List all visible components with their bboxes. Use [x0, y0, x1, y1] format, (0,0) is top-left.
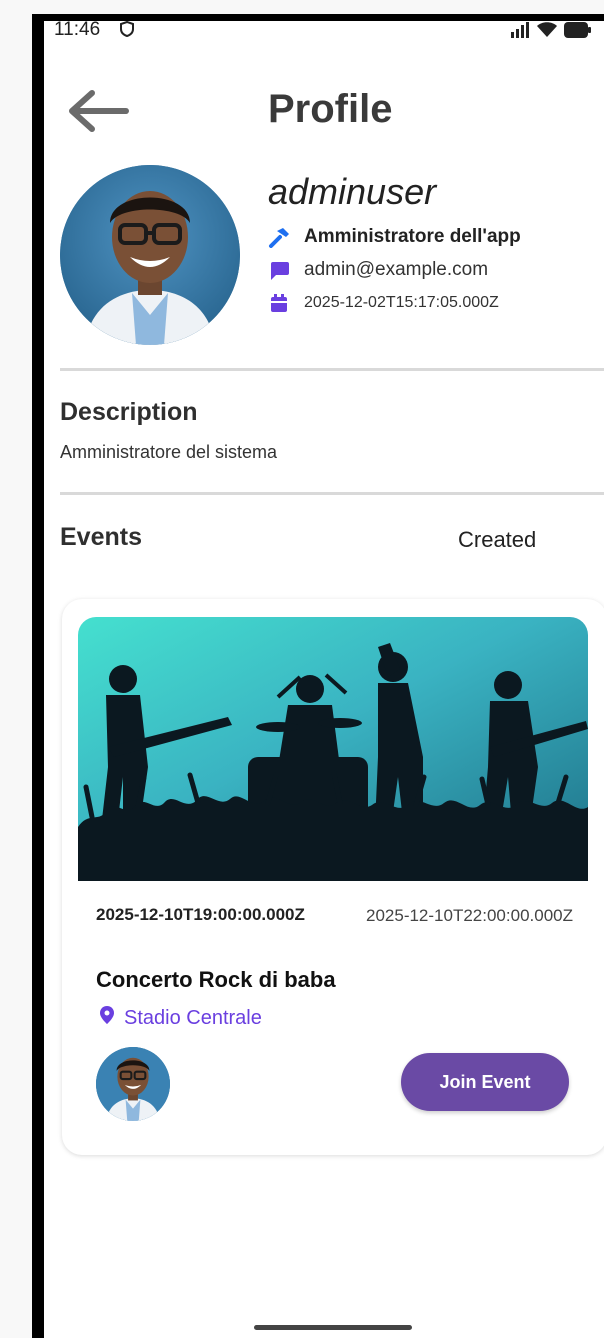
device-bezel-top — [32, 14, 604, 21]
hammer-icon — [268, 226, 290, 248]
profile-email: admin@example.com — [304, 259, 489, 280]
back-button[interactable] — [64, 87, 132, 135]
event-title: Concerto Rock di baba — [96, 967, 336, 992]
status-icons — [510, 21, 592, 43]
profile-role: Amministratore dell'app — [304, 226, 521, 247]
profile-date-row: 2025-12-02T15:17:05.000Z — [268, 292, 499, 314]
divider — [60, 368, 604, 371]
arrow-left-icon — [64, 90, 132, 139]
event-start-time: 2025-12-10T19:00:00.000Z — [96, 905, 305, 924]
chat-bubble-icon — [268, 259, 290, 281]
description-title: Description — [60, 398, 198, 426]
profile-created-at: 2025-12-02T15:17:05.000Z — [304, 294, 499, 311]
home-indicator[interactable] — [254, 1325, 412, 1330]
profile-email-row: admin@example.com — [268, 259, 488, 281]
signal-icon — [510, 21, 530, 43]
events-filter-dropdown[interactable]: Created — [458, 527, 536, 553]
status-bar: 11:46 — [44, 21, 604, 47]
profile-username: adminuser — [268, 171, 437, 212]
event-location-label: Stadio Centrale — [124, 1006, 262, 1029]
event-card[interactable]: 2025-12-10T19:00:00.000Z 2025-12-10T22:0… — [62, 599, 604, 1155]
phone-screen: 11:46 Profile adminuser Amministratore d… — [44, 21, 604, 1338]
device-bezel-left — [32, 14, 44, 1338]
divider — [60, 492, 604, 495]
shield-icon — [120, 21, 134, 42]
profile-role-row: Amministratore dell'app — [268, 226, 521, 248]
events-title: Events — [60, 523, 142, 551]
page-title: Profile — [268, 87, 393, 131]
description-text: Amministratore del sistema — [60, 442, 278, 462]
wifi-icon — [536, 21, 558, 43]
map-pin-icon — [100, 1006, 114, 1030]
profile-avatar — [60, 165, 240, 345]
battery-icon — [564, 21, 592, 44]
status-time: 11:46 — [54, 21, 101, 40]
event-end-time: 2025-12-10T22:00:00.000Z — [366, 906, 573, 925]
event-organizer-avatar[interactable] — [96, 1047, 170, 1121]
event-location[interactable]: Stadio Centrale — [100, 1006, 262, 1030]
join-event-button[interactable]: Join Event — [401, 1053, 569, 1111]
event-image — [78, 617, 588, 881]
calendar-icon — [268, 292, 290, 314]
